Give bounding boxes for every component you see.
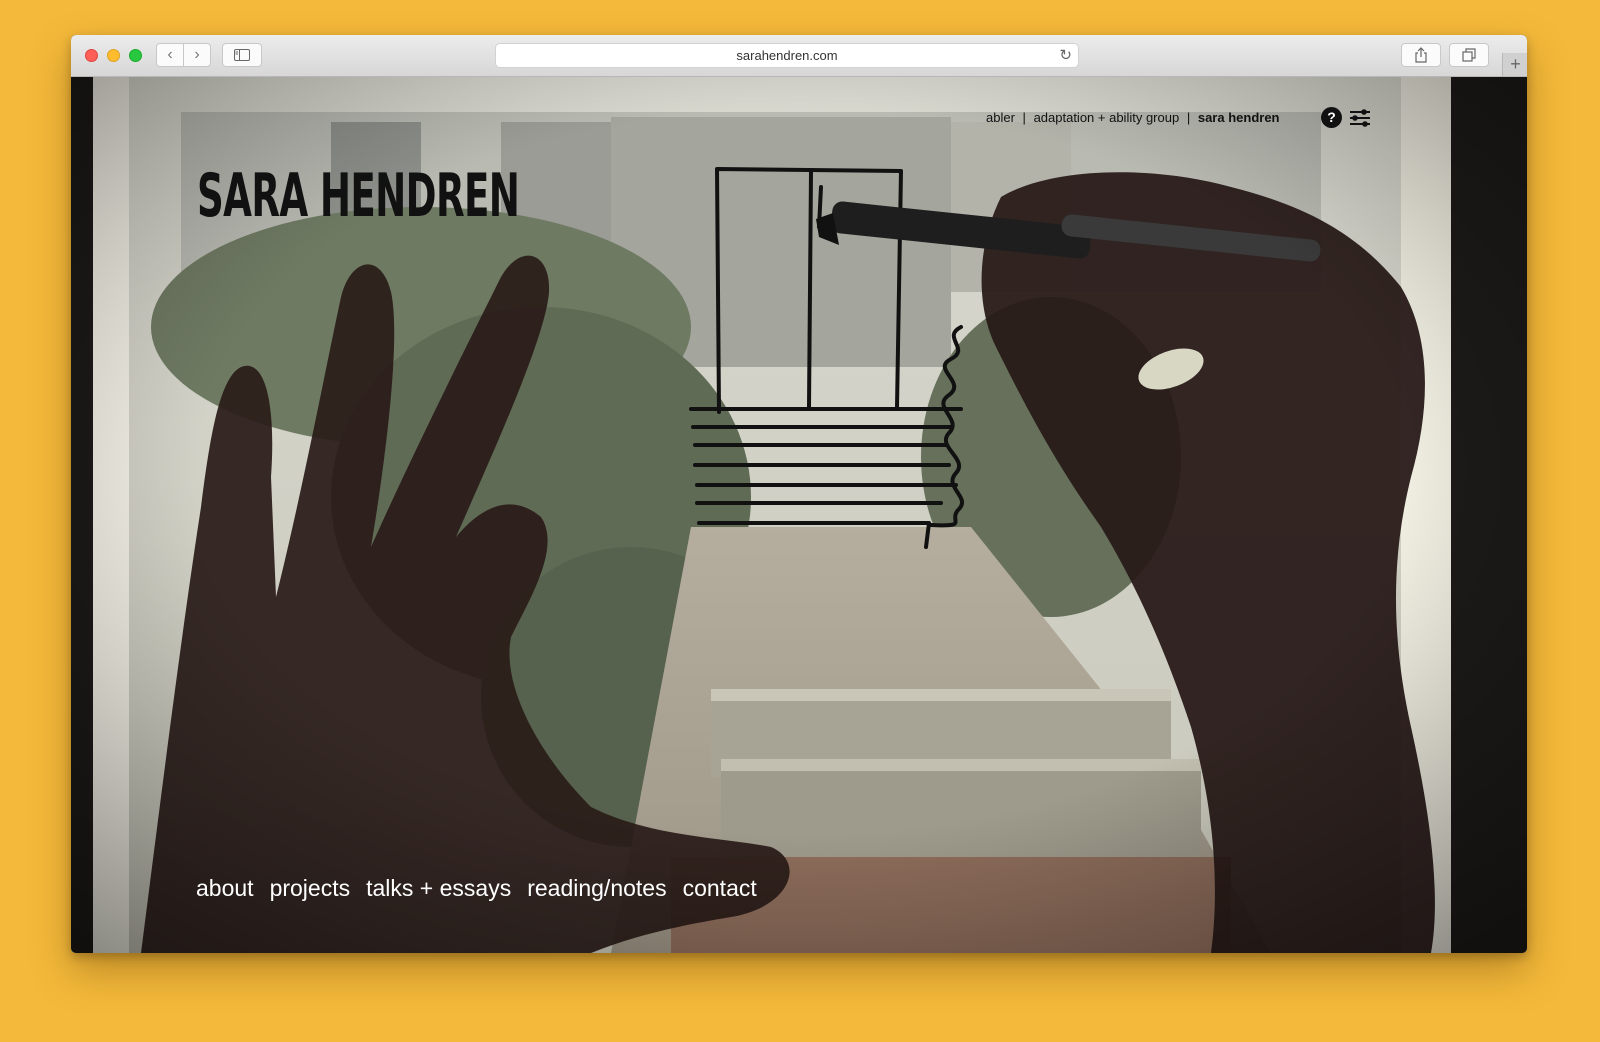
address-bar[interactable]: sarahendren.com ↻ — [495, 43, 1079, 68]
browser-window: ‹ › sarahendren.com ↻ + SARA HENDREN abl… — [71, 35, 1527, 953]
show-tabs-button[interactable] — [1449, 43, 1489, 67]
share-button[interactable] — [1401, 43, 1441, 67]
plus-icon: + — [1510, 54, 1521, 74]
top-nav: abler | adaptation + ability group | sar… — [986, 110, 1280, 125]
nav-link-sara-hendren[interactable]: sara hendren — [1198, 110, 1280, 125]
hero: SARA HENDREN abler | adaptation + abilit… — [71, 77, 1527, 953]
nav-projects[interactable]: projects — [270, 875, 351, 902]
share-icon — [1415, 47, 1427, 63]
main-nav: about projects talks + essays reading/no… — [196, 875, 757, 902]
sidebar-icon — [234, 49, 250, 61]
tabs-icon — [1462, 48, 1476, 62]
site-logo[interactable]: SARA HENDREN — [197, 161, 520, 231]
back-button[interactable]: ‹ — [156, 43, 184, 67]
nav-separator: | — [1186, 110, 1191, 125]
forward-button[interactable]: › — [183, 43, 211, 67]
nav-link-abler[interactable]: abler — [986, 110, 1015, 125]
url-text: sarahendren.com — [736, 48, 838, 63]
nav-contact[interactable]: contact — [683, 875, 757, 902]
help-icon[interactable]: ? — [1321, 107, 1342, 128]
sidebar-toggle-button[interactable] — [222, 43, 262, 67]
settings-sliders-icon[interactable] — [1349, 109, 1371, 127]
browser-toolbar: ‹ › sarahendren.com ↻ + — [71, 35, 1527, 77]
nav-link-adaptation-ability-group[interactable]: adaptation + ability group — [1034, 110, 1180, 125]
new-tab-button[interactable]: + — [1502, 53, 1527, 76]
zoom-window-button[interactable] — [129, 49, 142, 62]
nav-talks-essays[interactable]: talks + essays — [366, 875, 511, 902]
close-window-button[interactable] — [85, 49, 98, 62]
chevron-right-icon: › — [194, 46, 200, 63]
minimize-window-button[interactable] — [107, 49, 120, 62]
nav-about[interactable]: about — [196, 875, 254, 902]
nav-reading-notes[interactable]: reading/notes — [527, 875, 666, 902]
reload-icon[interactable]: ↻ — [1059, 44, 1072, 67]
nav-separator: | — [1022, 110, 1026, 125]
chevron-left-icon: ‹ — [167, 46, 173, 63]
